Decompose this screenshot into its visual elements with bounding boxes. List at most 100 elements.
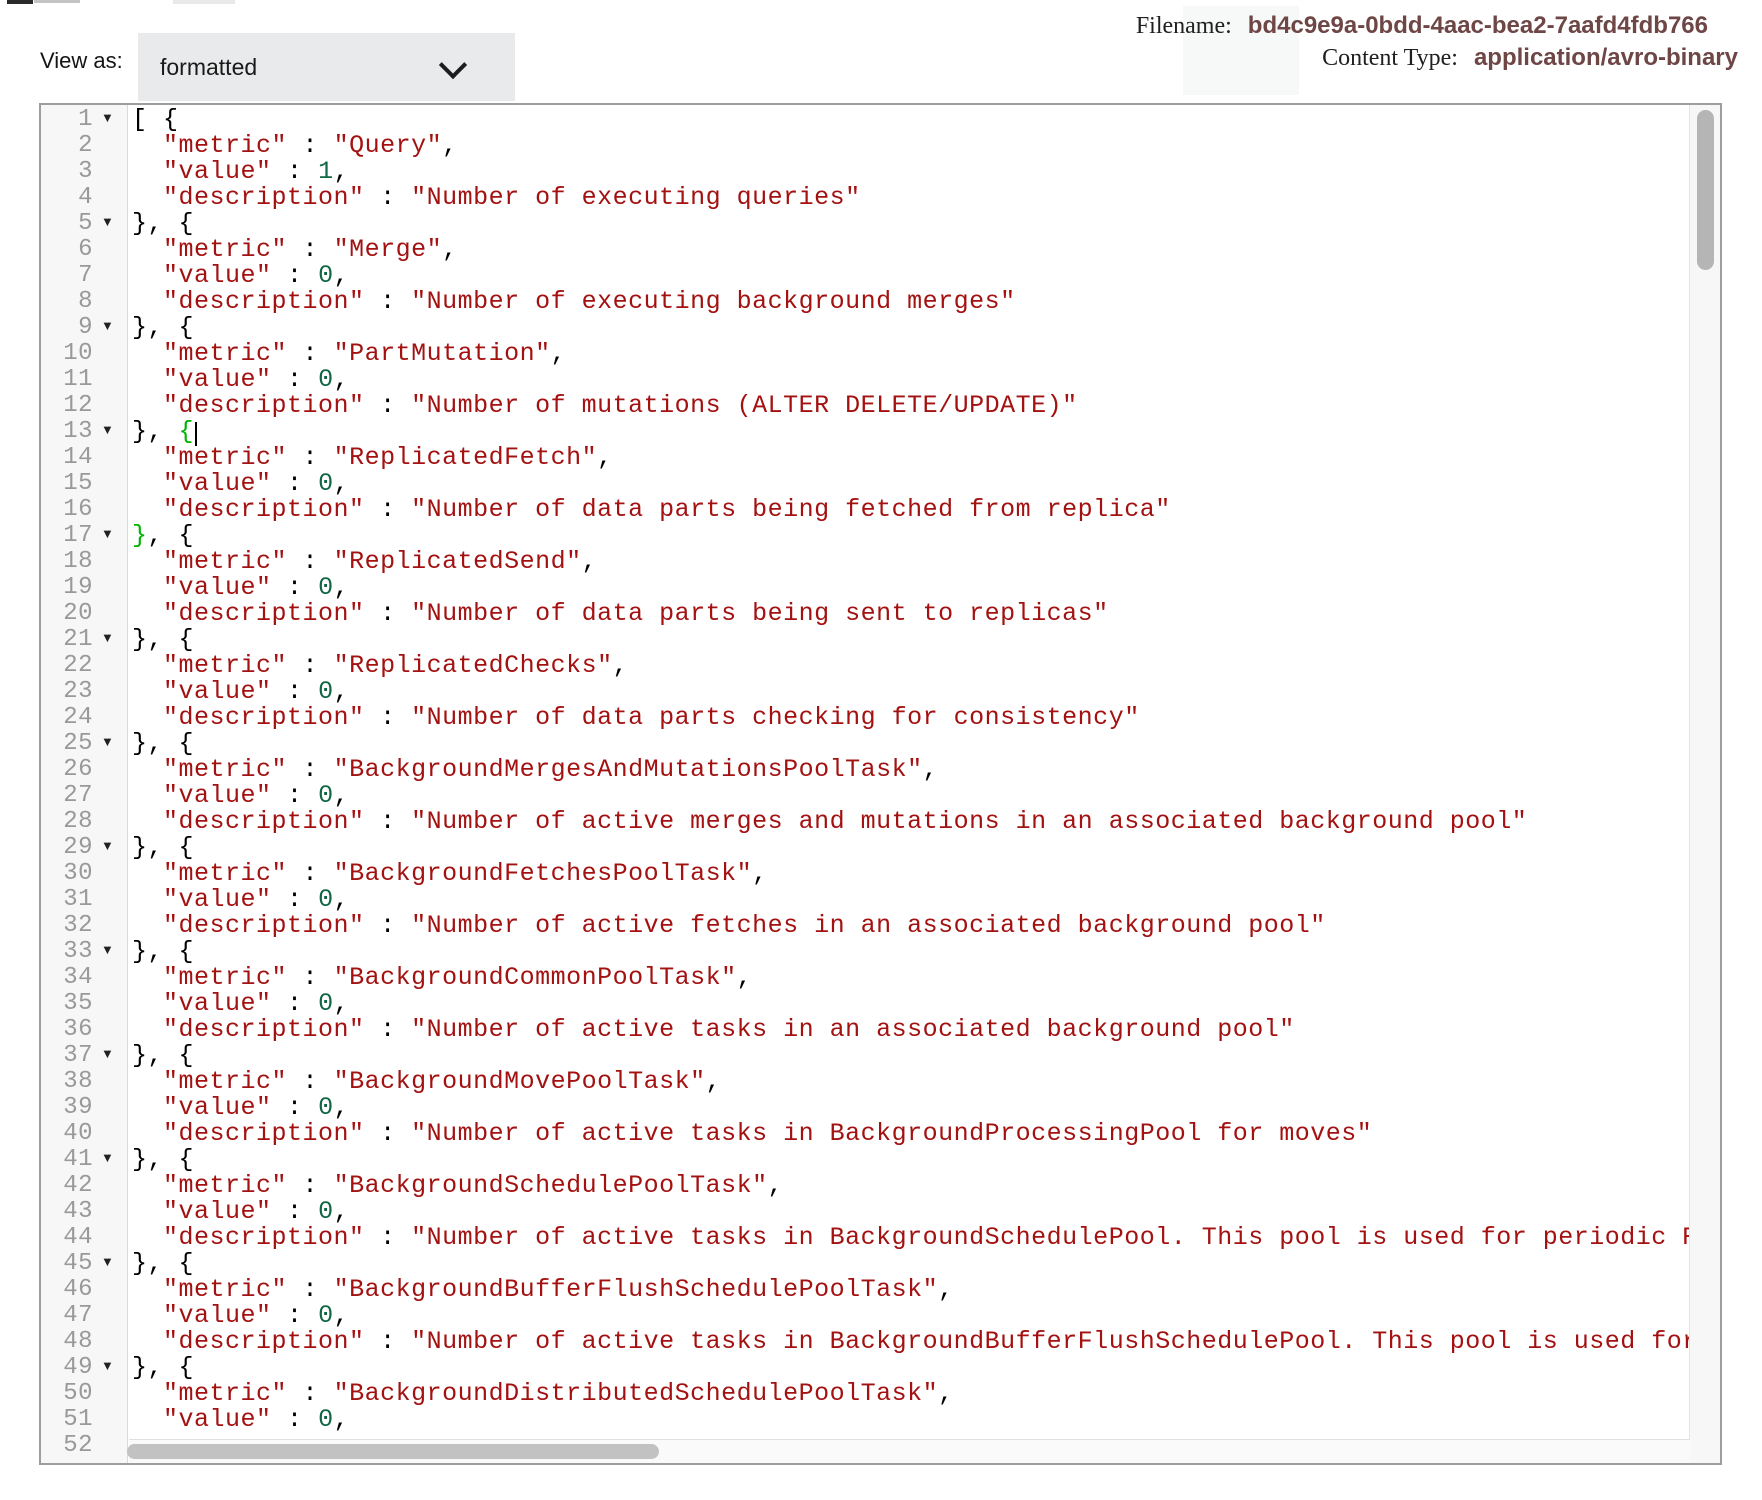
- view-as-select[interactable]: formatted: [138, 33, 515, 101]
- code-line: }, {: [132, 1043, 1692, 1069]
- fold-arrow-icon[interactable]: ▼: [101, 1041, 114, 1067]
- line-number: 47: [41, 1303, 93, 1329]
- fold-arrow-icon[interactable]: ▼: [101, 1145, 114, 1171]
- horizontal-scrollbar-thumb[interactable]: [127, 1444, 659, 1459]
- line-number: 24: [41, 705, 93, 731]
- code-line: }, {: [132, 315, 1692, 341]
- code-line: "metric" : "ReplicatedChecks",: [132, 653, 1692, 679]
- gutter-row: 38: [41, 1069, 127, 1095]
- gutter-row: 2: [41, 133, 127, 159]
- code-line: "description" : "Number of active tasks …: [132, 1017, 1692, 1043]
- fold-arrow-icon[interactable]: ▼: [101, 729, 114, 755]
- fold-arrow-icon[interactable]: ▼: [101, 625, 114, 651]
- vertical-scrollbar[interactable]: [1689, 105, 1720, 1463]
- gutter-row: 49▼: [41, 1355, 127, 1381]
- line-number: 11: [41, 367, 93, 393]
- fold-arrow-icon[interactable]: ▼: [101, 937, 114, 963]
- filename-label: Filename:: [1136, 13, 1232, 39]
- gutter-row: 11: [41, 367, 127, 393]
- fold-arrow-icon[interactable]: ▼: [101, 313, 114, 339]
- gutter-row: 48: [41, 1329, 127, 1355]
- code-line: "description" : "Number of data parts be…: [132, 497, 1692, 523]
- line-number: 27: [41, 783, 93, 809]
- line-number: 33: [41, 939, 93, 965]
- gutter-row: 27: [41, 783, 127, 809]
- code-line: "value" : 0,: [132, 991, 1692, 1017]
- gutter-row: 43: [41, 1199, 127, 1225]
- code-line: "metric" : "BackgroundFetchesPoolTask",: [132, 861, 1692, 887]
- code-line: "metric" : "Merge",: [132, 237, 1692, 263]
- filename-value: bd4c9e9a-0bdd-4aac-bea2-7aafd4fdb766: [1248, 12, 1708, 39]
- gutter-row: 12: [41, 393, 127, 419]
- gutter-row: 31: [41, 887, 127, 913]
- fold-arrow-icon[interactable]: ▼: [101, 105, 114, 131]
- line-number: 14: [41, 445, 93, 471]
- code-line: "description" : "Number of executing bac…: [132, 289, 1692, 315]
- code-line: "metric" : "BackgroundMovePoolTask",: [132, 1069, 1692, 1095]
- gutter-row: 10: [41, 341, 127, 367]
- code-line: "value" : 0,: [132, 1303, 1692, 1329]
- line-number: 19: [41, 575, 93, 601]
- line-number: 46: [41, 1277, 93, 1303]
- gutter-row: 28: [41, 809, 127, 835]
- horizontal-scrollbar[interactable]: [129, 1439, 1690, 1463]
- code-line: "metric" : "PartMutation",: [132, 341, 1692, 367]
- fold-arrow-icon[interactable]: ▼: [101, 1353, 114, 1379]
- line-number: 32: [41, 913, 93, 939]
- code-line: }, {: [132, 939, 1692, 965]
- gutter-row: 22: [41, 653, 127, 679]
- message-editor[interactable]: 1▼2345▼6789▼10111213▼14151617▼18192021▼2…: [39, 103, 1722, 1465]
- fold-arrow-icon[interactable]: ▼: [101, 521, 114, 547]
- code-line: "value" : 0,: [132, 575, 1692, 601]
- fold-arrow-icon[interactable]: ▼: [101, 833, 114, 859]
- gutter-row: 24: [41, 705, 127, 731]
- top-fragment-dark: [7, 0, 33, 4]
- gutter-row: 5▼: [41, 211, 127, 237]
- gutter-row: 41▼: [41, 1147, 127, 1173]
- line-number: 39: [41, 1095, 93, 1121]
- message-meta: Filename: bd4c9e9a-0bdd-4aac-bea2-7aafd4f…: [1136, 10, 1738, 74]
- code-line: "metric" : "BackgroundSchedulePoolTask",: [132, 1173, 1692, 1199]
- line-number: 23: [41, 679, 93, 705]
- content-type-label: Content Type:: [1322, 45, 1458, 71]
- code-line: [ {: [132, 107, 1692, 133]
- code-area[interactable]: [ { "metric" : "Query", "value" : 1, "de…: [129, 105, 1692, 1463]
- code-line: }, {: [132, 211, 1692, 237]
- gutter-row: 20: [41, 601, 127, 627]
- line-number: 5: [41, 211, 93, 237]
- code-line: "description" : "Number of active merges…: [132, 809, 1692, 835]
- fold-arrow-icon[interactable]: ▼: [101, 417, 114, 443]
- code-line: }, {: [132, 1251, 1692, 1277]
- line-number: 38: [41, 1069, 93, 1095]
- gutter-row: 8: [41, 289, 127, 315]
- code-line: "value" : 0,: [132, 471, 1692, 497]
- view-as-selected-value: formatted: [160, 33, 257, 101]
- line-number: 48: [41, 1329, 93, 1355]
- top-fragment-light: [173, 0, 235, 4]
- gutter-row: 18: [41, 549, 127, 575]
- code-line: "description" : "Number of active tasks …: [132, 1121, 1692, 1147]
- code-line: "value" : 0,: [132, 1199, 1692, 1225]
- line-number: 18: [41, 549, 93, 575]
- gutter-row: 42: [41, 1173, 127, 1199]
- gutter-row: 47: [41, 1303, 127, 1329]
- line-number: 36: [41, 1017, 93, 1043]
- fold-arrow-icon[interactable]: ▼: [101, 209, 114, 235]
- line-number: 29: [41, 835, 93, 861]
- line-number: 1: [41, 107, 93, 133]
- code-line: "metric" : "Query",: [132, 133, 1692, 159]
- gutter-row: 4: [41, 185, 127, 211]
- code-line: "description" : "Number of active fetche…: [132, 913, 1692, 939]
- gutter-row: 44: [41, 1225, 127, 1251]
- gutter-row: 40: [41, 1121, 127, 1147]
- line-number: 26: [41, 757, 93, 783]
- vertical-scrollbar-thumb[interactable]: [1697, 110, 1714, 270]
- fold-arrow-icon[interactable]: ▼: [101, 1249, 114, 1275]
- gutter-row: 35: [41, 991, 127, 1017]
- code-line: "description" : "Number of executing que…: [132, 185, 1692, 211]
- line-number: 44: [41, 1225, 93, 1251]
- gutter-row: 34: [41, 965, 127, 991]
- code-line: "description" : "Number of active tasks …: [132, 1329, 1692, 1355]
- gutter-row: 29 ▼: [41, 835, 127, 861]
- code-line: }, {: [132, 419, 1692, 445]
